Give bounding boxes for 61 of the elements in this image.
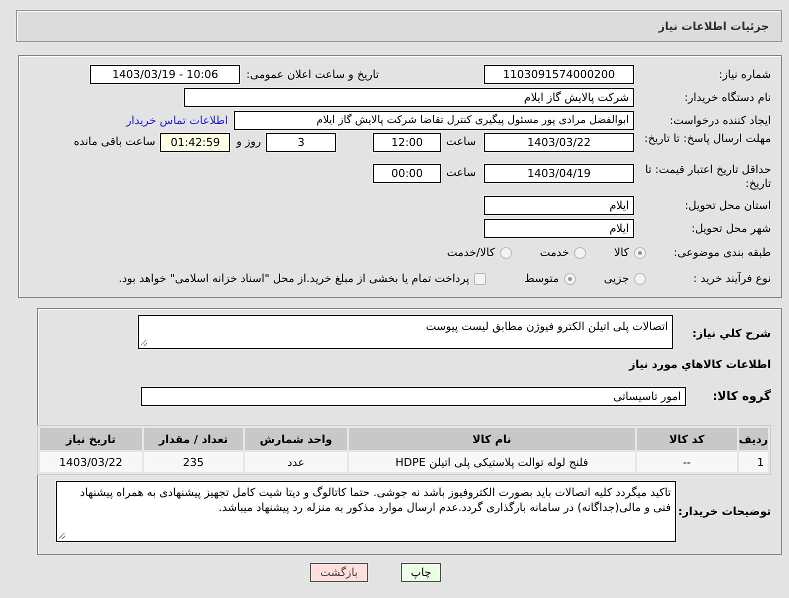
field-label: نام دستگاه خریدار: — [683, 90, 771, 104]
province-field[interactable]: ایلام — [484, 196, 634, 214]
print-button[interactable]: چاپ — [401, 563, 441, 582]
table-cell: -- — [636, 452, 737, 472]
announce-date-field[interactable]: 1403/03/19 - 10:06 — [90, 64, 240, 84]
column-header: تعداد / مقدار — [144, 428, 244, 450]
column-header: نام کالا — [348, 428, 635, 450]
column-header: کد کالا — [636, 428, 737, 450]
need-number-field[interactable]: 1103091574000200 — [484, 64, 634, 84]
radio-button[interactable] — [500, 246, 512, 258]
field-label: استان محل تحویل: — [684, 198, 771, 212]
field-label: تاریخ و ساعت اعلان عمومی: — [246, 68, 379, 80]
deadline-date-field[interactable]: 1403/03/22 — [484, 133, 634, 152]
field-label: ایجاد کننده درخواست: — [668, 114, 771, 126]
radio-button[interactable] — [634, 246, 646, 258]
field-label: شهر محل تحویل: — [690, 222, 771, 234]
field-label: شرح کلي نیاز: — [691, 327, 771, 340]
field-label: روز و — [236, 135, 262, 149]
page-title: جزئیات اطلاعات نیاز — [658, 20, 769, 32]
validity-date-field[interactable]: 1403/04/19 — [484, 164, 634, 183]
radio-label: کالا — [614, 246, 629, 259]
field-label: گروه کالا: — [712, 389, 771, 403]
field-label: توضیحات خریدار: — [677, 505, 771, 518]
field-label: ساعت باقی مانده — [74, 135, 156, 149]
buyer-notes-field[interactable]: تاکید میگردد کلیه اتصالات باید بصورت الکتروفیوز باشد نه جوشی. حتما کاتالوگ و دیتا شیت کامل تجهیز پیشنهادی به همراه پیشنهاد فنی و مالی(جداگانه) در سامانه بارگذاری گردد.عدم ارسال موارد مذکور به منزله رد پیشنهاد میباشد. — [56, 481, 676, 542]
radio-label: کالا/خدمت — [447, 246, 495, 259]
field-label: ساعت — [446, 135, 476, 149]
field-label: طبقه بندی موضوعی: — [672, 246, 771, 259]
radio-button[interactable] — [634, 272, 646, 284]
field-label: نوع فرآیند خرید : — [692, 272, 771, 285]
table-cell: عدد — [245, 452, 347, 472]
column-header: ردیف — [738, 428, 768, 450]
column-header: تاریخ نیاز — [40, 428, 142, 450]
table-cell: 235 — [144, 452, 244, 472]
column-header: واحد شمارش — [245, 428, 347, 450]
description-field[interactable]: اتصالات پلی اتیلن الکترو فیوژن مطابق لیست پیوست — [138, 315, 673, 349]
remaining-time-field[interactable]: 01:42:59 — [160, 133, 230, 152]
table-cell: 1 — [738, 452, 768, 472]
field-label: ساعت — [446, 166, 476, 180]
field-label: شماره نیاز: — [718, 68, 771, 80]
buyer-field[interactable]: شرکت پالایش گاز ایلام — [184, 88, 634, 106]
deadline-time-field[interactable]: 12:00 — [373, 133, 442, 152]
radio-label: متوسط — [524, 272, 559, 285]
table-cell: فلنج لوله توالت پلاستیکی پلی اتیلن HDPE — [348, 452, 635, 472]
radio-label: جزیی — [604, 272, 629, 285]
city-field[interactable]: ایلام — [484, 218, 634, 238]
validity-time-field[interactable]: 00:00 — [373, 164, 442, 183]
contact-link[interactable]: اطلاعات تماس خریدار — [126, 114, 228, 126]
checkbox-label: پرداخت تمام یا بخشی از مبلغ خرید.از محل "اسناد خزانه اسلامی" خواهد بود. — [118, 272, 470, 285]
radio-button[interactable] — [564, 272, 576, 284]
radio-button[interactable] — [574, 246, 586, 258]
field-label: حداقل تاریخ اعتبار قیمت: تا تاریخ: — [644, 163, 771, 191]
table-cell: 1403/03/22 — [40, 452, 142, 472]
days-field[interactable]: 3 — [266, 133, 336, 152]
goods-group-field[interactable]: امور تاسیساتی — [141, 386, 686, 406]
radio-label: خدمت — [540, 246, 570, 259]
section-title: اطلاعات كالاهاي مورد نياز — [629, 358, 771, 370]
checkbox[interactable] — [474, 272, 486, 284]
back-button[interactable]: بازگشت — [310, 563, 368, 582]
requester-field[interactable]: ابوالفضل مرادی پور مسئول پیگیری کنترل تقاضا شرکت پالایش گاز ایلام — [234, 110, 634, 130]
field-label: مهلت ارسال پاسخ: تا تاریخ: — [643, 132, 771, 146]
